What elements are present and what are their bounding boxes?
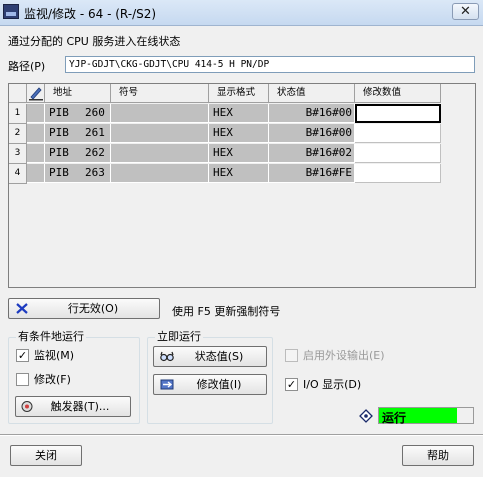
- status-value-cell: B#16#FE: [269, 164, 355, 183]
- status-value-cell: B#16#00: [269, 124, 355, 143]
- monitor-checkbox[interactable]: ✓: [16, 349, 29, 362]
- app-icon: [3, 4, 19, 19]
- invalidate-row-label: 行无效(O): [67, 302, 119, 315]
- status-value-cell: B#16#00: [269, 104, 355, 123]
- status-value-label: 状态值(S): [194, 350, 244, 363]
- row-marker-cell[interactable]: [27, 104, 45, 123]
- format-cell[interactable]: HEX: [209, 164, 269, 183]
- run-status-label: 运行: [382, 411, 407, 425]
- immediate-run-title: 立即运行: [155, 330, 203, 343]
- symbol-cell[interactable]: [111, 104, 209, 123]
- header-status-value[interactable]: 状态值: [269, 84, 355, 103]
- header-modify-value[interactable]: 修改数值: [355, 84, 441, 103]
- diamond-indicator-icon: [359, 409, 373, 423]
- path-label: 路径(P): [8, 60, 46, 73]
- invalidate-row-button[interactable]: 行无效(O): [8, 298, 160, 319]
- trigger-label: 触发器(T)...: [50, 400, 110, 413]
- modify-icon: [160, 379, 174, 390]
- header-format[interactable]: 显示格式: [209, 84, 269, 103]
- modify-value-cell[interactable]: [355, 144, 441, 163]
- trigger-icon: [21, 401, 33, 412]
- address-operand: PIB: [49, 106, 69, 119]
- address-cell[interactable]: PIB 262: [45, 144, 111, 163]
- address-number: 260: [85, 106, 105, 119]
- status-value-button[interactable]: 状态值(S): [153, 346, 267, 367]
- address-number: 263: [85, 166, 105, 179]
- address-operand: PIB: [49, 166, 69, 179]
- conditional-run-title: 有条件地运行: [16, 330, 86, 343]
- path-field[interactable]: YJP-GDJT\CKG-GDJT\CPU 414-5 H PN/DP: [65, 56, 475, 73]
- symbol-cell[interactable]: [111, 124, 209, 143]
- header-corner: [9, 84, 27, 103]
- pencil-icon[interactable]: [27, 84, 45, 103]
- modify-value-cell[interactable]: [355, 164, 441, 183]
- address-operand: PIB: [49, 126, 69, 139]
- header-address[interactable]: 地址: [45, 84, 111, 103]
- row-marker-cell[interactable]: [27, 164, 45, 183]
- title-bar: 监视/修改 - 64 - (R-/S2) ✕: [0, 0, 483, 26]
- modify-value-cell[interactable]: [355, 104, 441, 123]
- row-number[interactable]: 4: [9, 164, 27, 184]
- header-symbol[interactable]: 符号: [111, 84, 209, 103]
- row-number[interactable]: 3: [9, 144, 27, 164]
- status-value-cell: B#16#02: [269, 144, 355, 163]
- monitor-label: 监视(M): [34, 349, 75, 362]
- address-cell[interactable]: PIB 260: [45, 104, 111, 123]
- row-marker-cell[interactable]: [27, 144, 45, 163]
- modify-label: 修改(F): [34, 373, 71, 386]
- modify-value-label: 修改值(I): [196, 378, 242, 391]
- io-display-checkbox[interactable]: ✓: [285, 378, 298, 391]
- trigger-button[interactable]: 触发器(T)...: [15, 396, 131, 417]
- run-status-indicator: 运行: [378, 407, 474, 425]
- address-cell[interactable]: PIB 261: [45, 124, 111, 143]
- modify-value-button[interactable]: 修改值(I): [153, 374, 267, 395]
- help-button[interactable]: 帮助: [402, 445, 474, 466]
- format-cell[interactable]: HEX: [209, 104, 269, 123]
- monitor-table: 地址 符号 显示格式 状态值 修改数值 1 PIB 260 HEX B#16#00 2 PI…: [8, 83, 476, 288]
- address-operand: PIB: [49, 146, 69, 159]
- format-cell[interactable]: HEX: [209, 124, 269, 143]
- row-number[interactable]: 2: [9, 124, 27, 144]
- address-cell[interactable]: PIB 263: [45, 164, 111, 183]
- row-marker-cell[interactable]: [27, 124, 45, 143]
- close-button[interactable]: 关闭: [10, 445, 82, 466]
- row-number[interactable]: 1: [9, 104, 27, 124]
- footer-divider: [0, 434, 483, 436]
- address-number: 261: [85, 126, 105, 139]
- enable-periphery-checkbox[interactable]: [285, 349, 298, 362]
- modify-value-cell[interactable]: [355, 124, 441, 143]
- red-x-icon: [16, 303, 28, 314]
- window-title: 监视/修改 - 64 - (R-/S2): [24, 7, 157, 21]
- close-window-button[interactable]: ✕: [452, 3, 479, 20]
- io-display-label: I/O 显示(D): [303, 378, 362, 391]
- format-cell[interactable]: HEX: [209, 144, 269, 163]
- address-number: 262: [85, 146, 105, 159]
- info-text: 通过分配的 CPU 服务进入在线状态: [8, 35, 181, 48]
- symbol-cell[interactable]: [111, 164, 209, 183]
- symbol-cell[interactable]: [111, 144, 209, 163]
- hint-text: 使用 F5 更新强制符号: [172, 305, 281, 318]
- modify-checkbox[interactable]: [16, 373, 29, 386]
- glasses-icon: [160, 351, 174, 362]
- enable-periphery-label: 启用外设输出(E): [303, 349, 385, 362]
